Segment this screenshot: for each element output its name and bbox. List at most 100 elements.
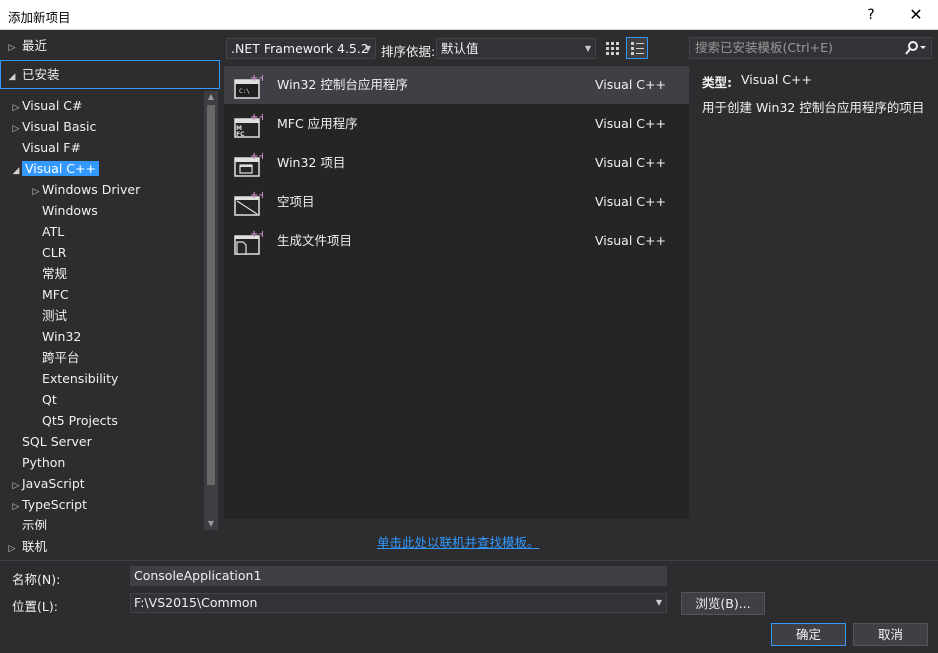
tree-item-label: JavaScript <box>22 476 85 491</box>
svg-text:++: ++ <box>250 112 263 123</box>
tree-item-label: Visual Basic <box>22 119 97 134</box>
small-icons-view-button[interactable] <box>601 37 623 59</box>
template-search-input[interactable]: 搜索已安装模板(Ctrl+E) <box>689 37 932 59</box>
tree-item[interactable]: Python <box>10 452 65 473</box>
template-row[interactable]: ++ Win32 项目 Visual C++ <box>224 144 689 182</box>
ok-button[interactable]: 确定 <box>771 623 846 646</box>
project-form: 名称(N): ConsoleApplication1 位置(L): F:\VS2… <box>0 561 938 653</box>
mfc-app-icon: M FC ++ <box>233 111 267 139</box>
template-name: MFC 应用程序 <box>277 116 358 131</box>
makefile-project-icon: ++ <box>233 228 267 256</box>
framework-value: .NET Framework 4.5.2 <box>231 41 369 56</box>
search-placeholder: 搜索已安装模板(Ctrl+E) <box>695 40 833 55</box>
tree-item-label: Windows <box>42 203 98 218</box>
online-templates-link[interactable]: 单击此处以联机并查找模板。 <box>377 532 540 551</box>
svg-text:++: ++ <box>250 229 263 240</box>
name-label: 名称(N): <box>12 572 61 587</box>
template-language: Visual C++ <box>595 194 666 209</box>
tree-node-recent[interactable]: ▷ 最近 <box>6 35 226 56</box>
tree-item[interactable]: MFC <box>30 284 69 305</box>
location-select[interactable]: F:\VS2015\Common ▼ <box>130 593 667 613</box>
template-name: 生成文件项目 <box>277 233 353 248</box>
tree-item[interactable]: Qt5 Projects <box>30 410 118 431</box>
tree-item-label: Win32 <box>42 329 82 344</box>
tree-item[interactable]: Extensibility <box>30 368 118 389</box>
tree-node-installed[interactable]: ◢ 已安装 <box>0 60 220 89</box>
name-field[interactable]: ConsoleApplication1 <box>130 566 667 586</box>
tree-item-label: Visual C++ <box>22 161 99 176</box>
template-language: Visual C++ <box>595 116 666 131</box>
scroll-up-icon[interactable]: ▲ <box>204 91 218 103</box>
template-name: 空项目 <box>277 194 315 209</box>
close-button[interactable]: ✕ <box>902 3 930 27</box>
template-list: C:\ ++ Win32 控制台应用程序 Visual C++ M FC ++ MFC 应用程… <box>224 65 689 519</box>
template-description: 用于创建 Win32 控制台应用程序的项目 <box>702 100 925 115</box>
type-value: Visual C++ <box>741 72 812 87</box>
tree-item-label: SQL Server <box>22 434 92 449</box>
collapse-arrow-icon: ◢ <box>8 72 16 82</box>
name-value: ConsoleApplication1 <box>134 568 262 583</box>
sort-select[interactable]: 默认值 ▼ <box>436 38 596 59</box>
console-app-icon: C:\ ++ <box>233 72 267 100</box>
framework-select[interactable]: .NET Framework 4.5.2 ▼ <box>226 38 376 59</box>
tree-item-label: Qt5 Projects <box>42 413 118 428</box>
tree-item-label: CLR <box>42 245 67 260</box>
search-icon[interactable] <box>905 40 927 56</box>
tree-item-label: 示例 <box>22 518 48 530</box>
template-name: Win32 控制台应用程序 <box>277 77 408 92</box>
template-name: Win32 项目 <box>277 155 346 170</box>
tree-item[interactable]: CLR <box>30 242 66 263</box>
cancel-button[interactable]: 取消 <box>853 623 928 646</box>
tree-item-label: MFC <box>42 287 69 302</box>
svg-text:FC: FC <box>236 131 245 138</box>
template-language: Visual C++ <box>595 155 666 170</box>
tree-node-online[interactable]: ▷ 联机 <box>6 536 47 557</box>
location-label: 位置(L): <box>12 599 58 614</box>
type-label: 类型: <box>702 75 732 90</box>
title-bar: 添加新项目 ? ✕ <box>0 0 938 30</box>
svg-text:++: ++ <box>250 190 263 201</box>
chevron-down-icon: ▼ <box>584 44 591 53</box>
grid-view-icon <box>606 42 619 55</box>
tree-item[interactable]: ▷ Windows Driver <box>30 179 141 200</box>
tree-item[interactable]: ▷ Visual C# <box>10 95 83 116</box>
empty-project-icon: ++ <box>233 189 267 217</box>
svg-text:++: ++ <box>250 151 263 162</box>
tree-item[interactable]: ◢ Visual C++ <box>10 158 99 179</box>
tree-item[interactable]: Visual F# <box>10 137 81 158</box>
tree-item[interactable]: 跨平台 <box>30 347 80 368</box>
list-view-button[interactable] <box>626 37 648 59</box>
tree-item-label: 常规 <box>42 266 68 281</box>
tree-item-label: 测试 <box>42 308 68 323</box>
list-view-icon <box>631 42 644 55</box>
tree-item[interactable]: 测试 <box>30 305 67 326</box>
help-button[interactable]: ? <box>857 3 885 27</box>
collapse-arrow-icon: ◢ <box>12 166 20 176</box>
tree-item[interactable]: ▷ Visual Basic <box>10 116 97 137</box>
tree-item[interactable]: ATL <box>30 221 64 242</box>
chevron-down-icon: ▼ <box>364 44 371 53</box>
tree-item[interactable]: Win32 <box>30 326 81 347</box>
tree-item[interactable]: ▷ JavaScript <box>10 473 85 494</box>
browse-button[interactable]: 浏览(B)... <box>681 592 765 615</box>
tree-item[interactable]: Windows <box>30 200 98 221</box>
tree-item[interactable]: ▷ TypeScript <box>10 494 87 515</box>
template-row[interactable]: C:\ ++ Win32 控制台应用程序 Visual C++ <box>224 66 689 104</box>
template-row[interactable]: ++ 生成文件项目 Visual C++ <box>224 222 689 260</box>
tree-item[interactable]: SQL Server <box>10 431 92 452</box>
scrollbar-thumb[interactable] <box>207 105 215 485</box>
tree-item-label: ATL <box>42 224 65 239</box>
tree-item[interactable]: Qt <box>30 389 57 410</box>
template-language: Visual C++ <box>595 233 666 248</box>
template-category-tree: ▷ Visual C# ▷ Visual Basic Visual F# ◢ Visual … <box>0 93 220 530</box>
tree-item-label: Visual C# <box>22 98 83 113</box>
tree-item[interactable]: 示例 <box>10 515 47 530</box>
tree-label: 联机 <box>21 539 47 554</box>
tree-scrollbar[interactable]: ▲ ▼ <box>204 91 218 530</box>
scroll-down-icon[interactable]: ▼ <box>204 518 218 530</box>
template-row[interactable]: ++ 空项目 Visual C++ <box>224 183 689 221</box>
template-row[interactable]: M FC ++ MFC 应用程序 Visual C++ <box>224 105 689 143</box>
tree-item[interactable]: 常规 <box>30 263 67 284</box>
tree-item-label: 跨平台 <box>42 350 80 365</box>
tree-item-label: Windows Driver <box>42 182 141 197</box>
